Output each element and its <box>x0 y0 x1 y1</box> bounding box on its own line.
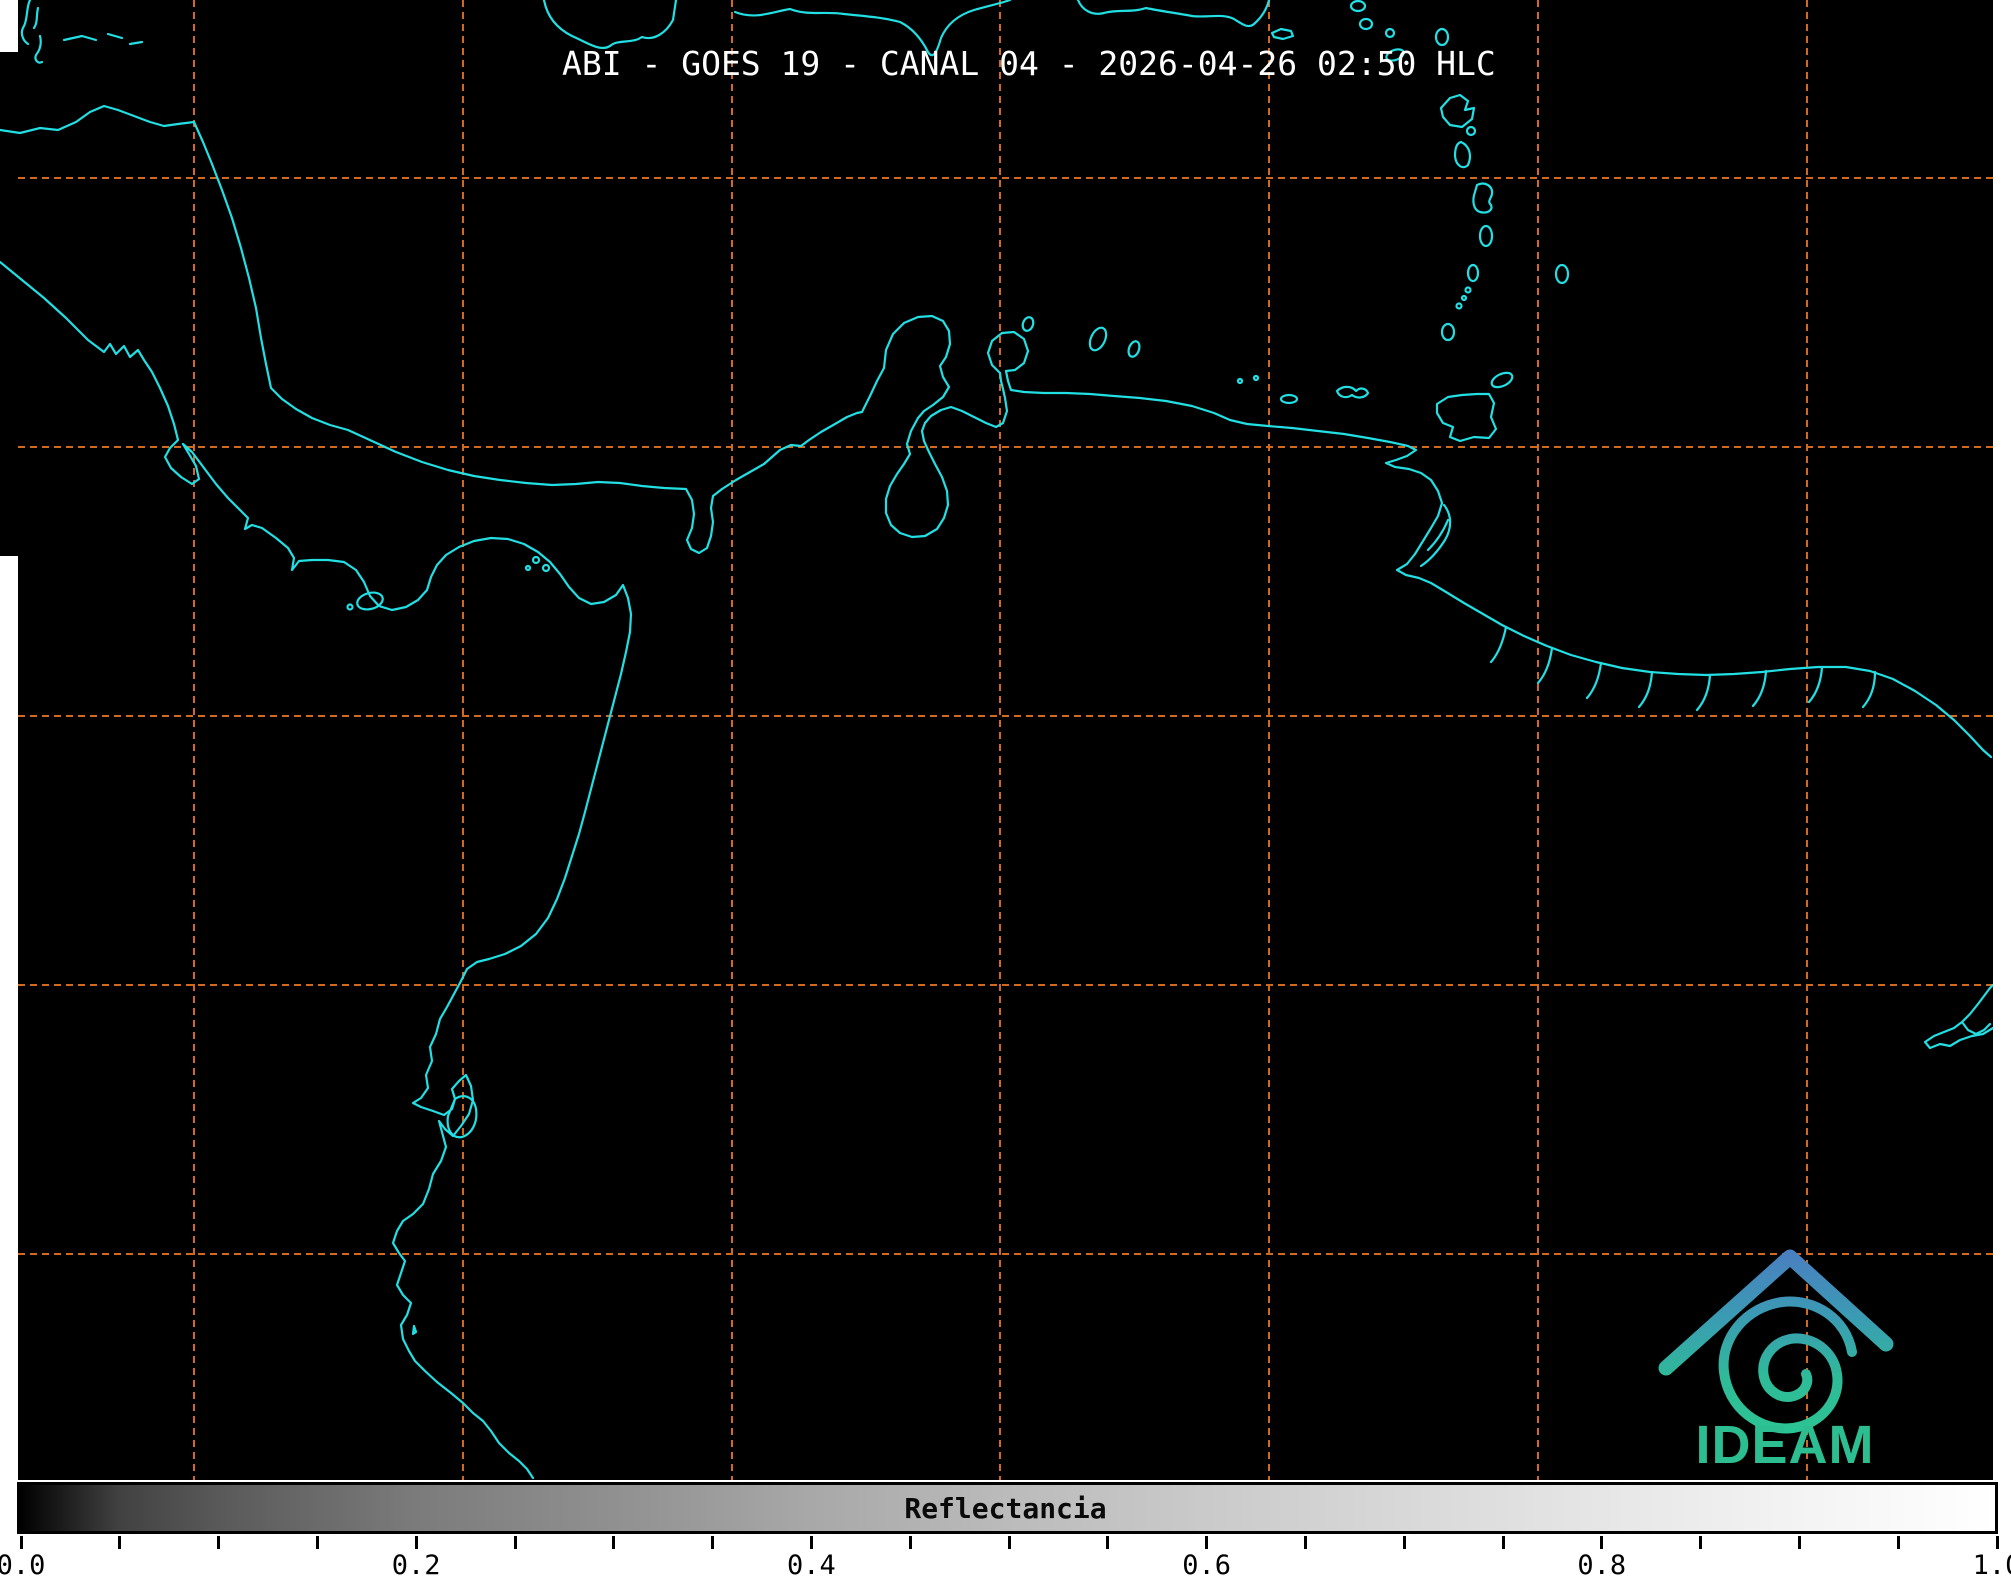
satellite-map-canvas: ABI - GOES 19 - CANAL 04 - 2026-04-26 02… <box>0 0 2011 1480</box>
coastline-pacific-main <box>0 260 633 1480</box>
ideam-logo-text: IDEAM <box>1695 1415 1875 1475</box>
coastline-guyana-barbs <box>1489 625 1877 712</box>
colorbar-tick <box>1896 1536 1900 1549</box>
colorbar-tick <box>1699 1536 1703 1549</box>
colorbar-tick <box>414 1536 418 1549</box>
colorbar-tick <box>1797 1536 1801 1549</box>
colorbar-tick <box>908 1536 912 1549</box>
coastline-jamaica <box>542 0 678 50</box>
colorbar-tick-label: 0.2 <box>391 1550 441 1581</box>
coastline-venezuela-islands <box>1236 374 1370 405</box>
left-margin <box>0 556 18 1480</box>
colorbar-tick <box>1995 1536 1999 1549</box>
colorbar-tick <box>1303 1536 1307 1549</box>
ideam-mountain-spiral-icon <box>1658 1249 1894 1434</box>
colorbar-tick <box>612 1536 616 1549</box>
colorbar-tick-label: 1.0 <box>1972 1550 2011 1581</box>
colorbar-tick <box>118 1536 122 1549</box>
colorbar-tick <box>1402 1536 1406 1549</box>
colorbar-tick <box>513 1536 517 1549</box>
colorbar-axis: 0.0 0.2 0.4 0.6 0.8 1.0 <box>0 1534 2011 1581</box>
coastline-topleft-fragments <box>20 0 44 64</box>
colorbar-label: Reflectancia <box>904 1492 1107 1525</box>
colorbar-tick <box>19 1536 23 1549</box>
colorbar-tick <box>1007 1536 1011 1549</box>
coastline-puna-island <box>411 1095 478 1336</box>
coastline-lesser-antilles <box>1439 93 1570 389</box>
colorbar-tick <box>315 1536 319 1549</box>
colorbar-tick <box>1600 1536 1604 1549</box>
colorbar-tick-label: 0.0 <box>0 1550 46 1581</box>
coastline-hispaniola-east <box>1076 0 1271 28</box>
coastline-trinidad <box>1435 392 1498 443</box>
left-margin-top <box>0 0 18 52</box>
coastline-puertorico-fragment <box>1270 27 1295 41</box>
coastline-amazon-fragment <box>1923 983 1995 1050</box>
colorbar-tick <box>1205 1536 1209 1549</box>
coastline-bay-islands <box>62 32 144 46</box>
colorbar-tick <box>1501 1536 1505 1549</box>
colorbar-tick <box>809 1536 813 1549</box>
coastline-caribbean-main <box>0 104 1993 759</box>
colorbar-tick <box>1106 1536 1110 1549</box>
colorbar-tick-label: 0.4 <box>787 1550 836 1581</box>
colorbar-tick-label: 0.6 <box>1182 1550 1231 1581</box>
colorbar-tick <box>711 1536 715 1549</box>
colorbar-tick <box>217 1536 221 1549</box>
colorbar-tick-label: 0.8 <box>1577 1550 1627 1581</box>
image-title: ABI - GOES 19 - CANAL 04 - 2026-04-26 02… <box>562 44 1496 83</box>
right-margin <box>1993 0 2011 1480</box>
coastline-abc-islands <box>1021 316 1141 358</box>
